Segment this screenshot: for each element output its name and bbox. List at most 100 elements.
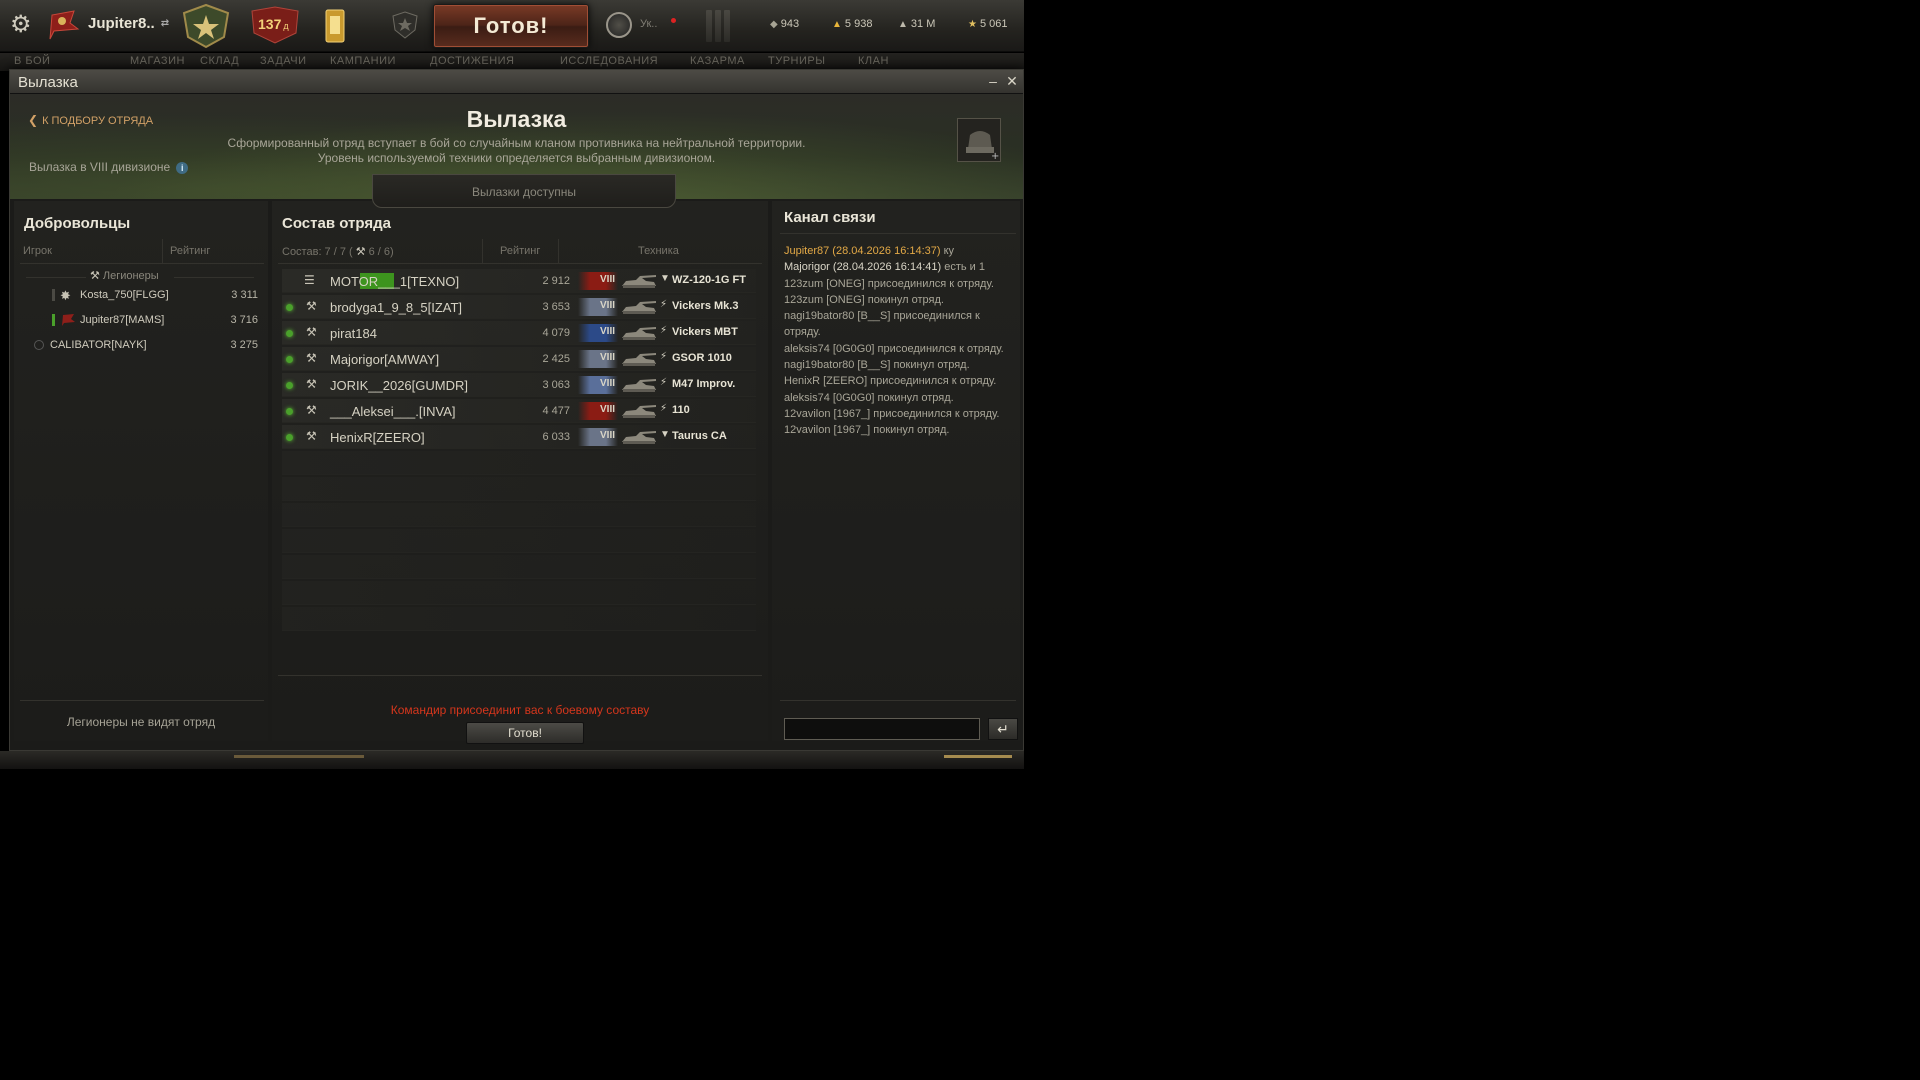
squad-member-row[interactable]: ⚒ HenixR[ZEERO] 6 033 VIII ▼ Taurus CA [282, 425, 756, 449]
squad-member-row[interactable]: ⚒ ___Aleksei___.[INVA] 4 477 VIII ⚡ 110 [282, 399, 756, 423]
svg-text:+: + [991, 151, 999, 162]
current-tank-icon[interactable] [606, 12, 632, 38]
credits-icon: ▲ [898, 18, 908, 30]
volunteer-status-icon [52, 289, 55, 301]
legionnaires-note: Легионеры не видят отряд [66, 715, 216, 729]
tank-name: WZ-120-1G FT [672, 274, 746, 286]
chat-message: nagi19bator80 [B__S] присоединился к отр… [784, 308, 1012, 341]
squad-col-vehicle[interactable]: Техника [638, 245, 679, 257]
tank-name: Taurus CA [672, 430, 727, 442]
premium-days-badge[interactable]: 137 д [248, 5, 302, 45]
ready-button[interactable]: Готов! [466, 722, 584, 744]
squad-member-rating: 2 425 [542, 353, 570, 365]
volunteers-col-player[interactable]: Игрок [23, 245, 52, 257]
chat-message-sender[interactable]: Majorigor (28.04.2026 16:14:41) [784, 261, 941, 273]
chat-message-sender[interactable]: Jupiter87 (28.04.2026 16:14:37) [784, 245, 941, 257]
chat-message-text: 12vavilon [1967_] покинул отряд. [784, 424, 950, 437]
menu-item-achievements[interactable]: ДОСТИЖЕНИЯ [430, 55, 515, 67]
current-tank-name[interactable]: Ук.. [640, 18, 657, 30]
gold-currency[interactable]: ▲ 5 938 [832, 18, 872, 30]
squad-col-rating[interactable]: Рейтинг [500, 245, 540, 257]
close-icon[interactable]: ✕ [1004, 73, 1020, 89]
squad-member-row[interactable]: ⚒ brodyga1_9_8_5[IZAT] 3 653 VIII ⚡ Vickers M… [282, 295, 756, 319]
menu-item-battle[interactable]: В БОЙ [14, 55, 50, 67]
empty-slot-row [282, 451, 756, 475]
commander-icon: ☰ [304, 273, 315, 287]
window-title: Вылазка [18, 74, 78, 91]
wrench-icon: ⚒ [306, 429, 317, 443]
volunteers-col-rating[interactable]: Рейтинг [170, 245, 210, 257]
volunteer-row[interactable]: Jupiter87[MAMS] 3 716 [50, 310, 262, 332]
squad-member-name: MOTOR___1[TEXNO] [330, 274, 460, 289]
tank-image-icon [622, 431, 656, 444]
chat-message: 12vavilon [1967_] присоединился к отряду… [784, 406, 1012, 422]
minimize-icon[interactable]: – [985, 73, 1001, 89]
tank-tier: VIII [600, 300, 616, 311]
menu-item-tournaments[interactable]: ТУРНИРЫ [768, 55, 825, 67]
squad-title: Состав отряда [282, 215, 391, 232]
info-icon[interactable]: i [176, 162, 189, 174]
volunteers-panel: Добровольцы Игрок Рейтинг ⚒ Легионеры ✸ K… [14, 201, 268, 741]
clan-emblem-icon[interactable] [178, 3, 234, 49]
menu-item-clan[interactable]: КЛАН [858, 55, 889, 67]
booster-icon[interactable] [318, 6, 352, 46]
chat-input[interactable] [784, 718, 980, 740]
gear-icon[interactable]: ⚙ [10, 12, 36, 38]
chat-message-text: ку [940, 245, 955, 257]
squad-member-rating: 4 079 [542, 327, 570, 339]
chat-message-text: есть и 1 [941, 261, 985, 274]
menu-item-campaigns[interactable]: КАМПАНИИ [330, 55, 396, 67]
player-name[interactable]: Jupiter8.. ⇄ [88, 15, 169, 32]
squad-member-rating: 3 063 [542, 379, 570, 391]
tank-class-icon: ▼ [660, 273, 670, 284]
battle-ready-button[interactable]: Готов! [433, 4, 589, 48]
squad-member-row[interactable]: ⚒ Majorigor[AMWAY] 2 425 VIII ⚡ GSOR 1010 [282, 347, 756, 371]
rank-shield-icon[interactable] [390, 10, 420, 40]
window-titlebar[interactable]: Вылазка – ✕ [10, 70, 1023, 94]
chat-message: Jupiter87 (28.04.2026 16:14:37) ку [784, 243, 1012, 259]
free-xp-currency[interactable]: ★ 5 061 [968, 18, 1008, 30]
volunteer-clan-icon: ✸ [60, 288, 71, 303]
squad-member-rating: 6 033 [542, 431, 570, 443]
crew-slots-icon[interactable] [706, 9, 736, 43]
squad-member-row[interactable]: ☰ MOTOR___1[TEXNO] 2 912 VIII ▼ WZ-120-1G FT [282, 269, 756, 293]
credits-currency[interactable]: ▲ 31 M [898, 18, 935, 30]
volunteers-title: Добровольцы [24, 215, 131, 232]
chat-message-text: nagi19bator80 [B__S] покинул отряд. [784, 359, 970, 372]
send-message-button[interactable]: ↵ [988, 718, 1018, 740]
menu-item-missions[interactable]: ЗАДАЧИ [260, 55, 307, 67]
squad-member-row[interactable]: ⚒ pirat184 4 079 VIII ⚡ Vickers MBT [282, 321, 756, 345]
sortie-window: Вылазка – ✕ ❮ К ПОДБОРУ ОТРЯДА Вылазка Сф… [9, 69, 1024, 751]
tank-name: M47 Improv. [672, 378, 736, 390]
tank-class-icon: ⚡ [660, 377, 668, 388]
squad-member-rating: 2 912 [542, 275, 570, 287]
empty-slot-row [282, 555, 756, 579]
player-flag-icon[interactable] [46, 9, 82, 41]
bonds-currency[interactable]: ◆ 943 [770, 18, 799, 30]
chat-message-text: HenixR [ZEERO] присоединился к отряду. [784, 375, 997, 388]
squad-composition: Состав: 7 / 7 (⚒ 6 / 6) [282, 246, 394, 258]
empty-slot-row [282, 477, 756, 501]
chat-message: HenixR [ZEERO] присоединился к отряду. [784, 373, 1012, 389]
commander-avatar-slot[interactable]: + [957, 118, 1001, 162]
tank-image-icon [622, 353, 656, 366]
division-label: Вылазка в VIII дивизионе i [29, 160, 189, 174]
tank-class-icon: ⚡ [660, 325, 668, 336]
squad-member-row[interactable]: ⚒ JORIK__2026[GUMDR] 3 063 VIII ⚡ M47 Improv. [282, 373, 756, 397]
tank-image-icon [622, 379, 656, 392]
volunteer-row[interactable]: CALIBATOR[NAYK] 3 275 [32, 335, 262, 357]
tank-tier: VIII [600, 326, 616, 337]
empty-slot-row [282, 607, 756, 631]
chat-panel: Канал связи Jupiter87 (28.04.2026 16:14:… [772, 201, 1020, 741]
ready-status-icon [286, 304, 293, 311]
chat-message-text: aleksis74 [0G0G0] покинул отряд. [784, 391, 954, 404]
volunteer-clan-icon [60, 313, 76, 327]
empty-slot-row [282, 529, 756, 553]
menu-item-shop[interactable]: МАГАЗИН [130, 55, 185, 67]
tank-class-icon: ▼ [660, 429, 670, 440]
menu-item-depot[interactable]: СКЛАД [200, 55, 239, 67]
chat-message: 123zum [ONEG] покинул отряд. [784, 292, 1012, 308]
menu-item-research[interactable]: ИССЛЕДОВАНИЯ [560, 55, 658, 67]
volunteer-row[interactable]: ✸ Kosta_750[FLGG] 3 311 [50, 285, 262, 307]
menu-item-barracks[interactable]: КАЗАРМА [690, 55, 745, 67]
